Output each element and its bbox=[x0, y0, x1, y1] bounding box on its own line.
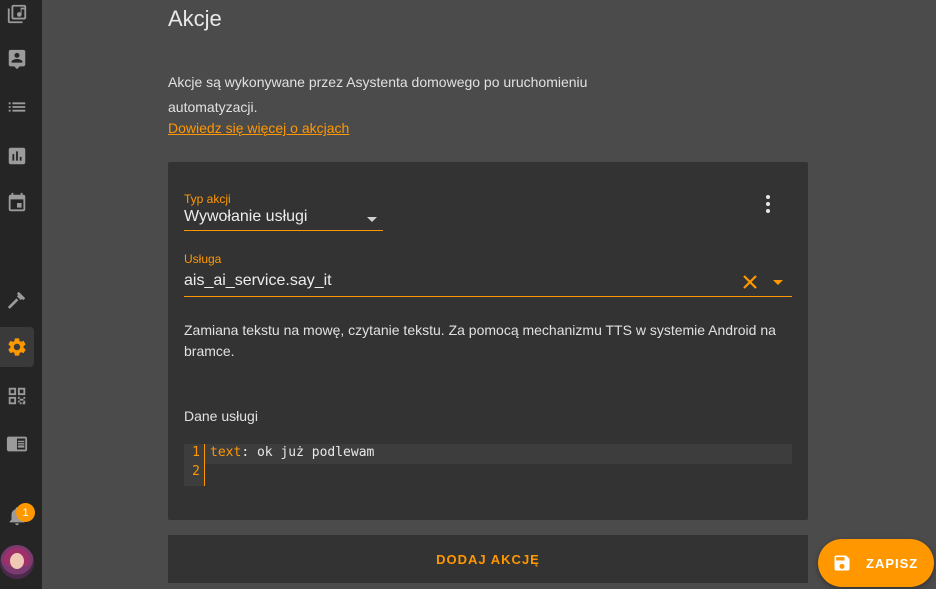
sidebar-item-list[interactable] bbox=[0, 87, 34, 127]
code-value: : ok już podlewam bbox=[241, 445, 375, 460]
intro-text: Akcje są wykonywane przez Asystenta domo… bbox=[168, 74, 588, 115]
service-data-editor[interactable]: 1 2 text: ok już podlewam bbox=[184, 444, 792, 486]
clear-icon[interactable] bbox=[740, 272, 760, 292]
action-type-label: Typ akcji bbox=[184, 192, 231, 206]
line-number: 2 bbox=[192, 464, 200, 479]
sidebar-item-media[interactable] bbox=[0, 0, 34, 34]
service-description: Zamiana tekstu na mowę, czytanie tekstu.… bbox=[184, 322, 776, 359]
person-icon bbox=[8, 49, 26, 70]
action-type-select[interactable]: Wywołanie usługi bbox=[184, 206, 383, 231]
list-icon bbox=[8, 102, 26, 112]
add-action-button[interactable]: DODAJ AKCJĘ bbox=[168, 535, 808, 583]
service-value: ais_ai_service.say_it bbox=[184, 272, 332, 289]
service-input[interactable]: ais_ai_service.say_it bbox=[184, 268, 792, 297]
editor-gutter: 1 2 bbox=[184, 444, 205, 486]
notification-badge: 1 bbox=[16, 503, 35, 522]
service-data-label: Dane usługi bbox=[184, 408, 258, 424]
chevron-down-icon bbox=[367, 217, 377, 222]
sidebar-item-settings[interactable] bbox=[0, 327, 34, 367]
learn-more-link[interactable]: Dowiedz się więcej o akcjach bbox=[168, 120, 349, 136]
sidebar: 1 bbox=[0, 0, 42, 589]
line-number: 1 bbox=[192, 445, 200, 460]
panel-icon bbox=[6, 436, 28, 452]
avatar[interactable] bbox=[0, 545, 34, 579]
save-button[interactable]: ZAPISZ bbox=[818, 539, 934, 587]
code-key: text bbox=[210, 445, 242, 460]
action-card: Typ akcji Wywołanie usługi Usługa ais_ai… bbox=[168, 162, 808, 520]
save-icon bbox=[834, 555, 850, 571]
sidebar-item-developer-tools[interactable] bbox=[0, 280, 34, 320]
gear-icon bbox=[8, 338, 26, 356]
qr-code-icon bbox=[8, 387, 26, 405]
sidebar-item-qr[interactable] bbox=[0, 376, 34, 416]
page-title: Akcje bbox=[168, 6, 222, 31]
hammer-icon bbox=[7, 291, 26, 309]
save-label: ZAPISZ bbox=[866, 556, 919, 571]
calendar-icon bbox=[8, 192, 26, 212]
sidebar-item-calendar[interactable] bbox=[0, 183, 34, 223]
action-type-value: Wywołanie usługi bbox=[184, 208, 308, 225]
sidebar-item-person[interactable] bbox=[0, 39, 34, 79]
chart-icon bbox=[8, 147, 26, 165]
chevron-down-icon[interactable] bbox=[773, 280, 783, 285]
code-line: text: ok już podlewam bbox=[210, 445, 374, 460]
more-options-icon[interactable] bbox=[758, 192, 778, 216]
add-action-label: DODAJ AKCJĘ bbox=[436, 551, 540, 567]
sidebar-item-panel[interactable] bbox=[0, 424, 34, 464]
service-label: Usługa bbox=[184, 252, 222, 266]
sidebar-item-chart[interactable] bbox=[0, 136, 34, 176]
media-icon bbox=[7, 4, 27, 24]
